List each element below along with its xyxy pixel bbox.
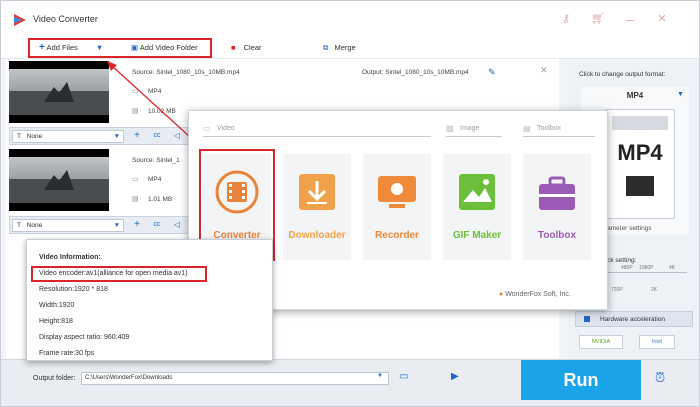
chevron-down-icon: ▼ xyxy=(677,91,684,98)
wonderfox-logo-icon: ● xyxy=(499,291,504,298)
output-folder-label: Output folder: xyxy=(33,375,76,382)
image-section-icon: ▨ xyxy=(446,124,454,133)
hardware-acceleration-toggle[interactable]: Hardware acceleration xyxy=(575,311,693,327)
file-size-icon: ▤ xyxy=(132,196,139,203)
audio-icon[interactable]: ◁ xyxy=(170,218,184,232)
merge-label: Merge xyxy=(334,43,356,52)
run-button[interactable]: Run xyxy=(521,360,641,400)
video-encoder: Video encoder:av1(alliance for open medi… xyxy=(39,270,188,277)
res-label: 480P xyxy=(621,265,633,271)
plus-icon: + xyxy=(39,42,45,53)
source-format: MP4 xyxy=(148,176,162,183)
res-label: 4K xyxy=(669,265,676,271)
trash-icon: ■ xyxy=(231,43,236,52)
toolbox-icon xyxy=(539,176,575,210)
res-label: 720P xyxy=(611,287,623,293)
image-section-label: Image xyxy=(460,125,480,132)
alarm-clock-icon[interactable]: ⏰︎ xyxy=(655,370,665,386)
close-icon[interactable]: ✕ xyxy=(655,12,669,26)
subtitle-value: None xyxy=(26,133,43,140)
chevron-down-icon: ▼ xyxy=(113,222,120,229)
gif-image-icon xyxy=(459,174,495,210)
toolbar: + Add Files ▼ ▣ Add Video Folder ■ Clear… xyxy=(1,37,699,59)
intel-badge: Intel xyxy=(639,335,675,349)
chevron-down-icon[interactable]: ▼ xyxy=(377,373,383,379)
subtitle-value: None xyxy=(26,222,43,229)
merge-icon: ⧉ xyxy=(323,43,329,52)
title-bar: Video Converter ⚷ 🛒︎ – ✕ xyxy=(1,1,699,37)
toolbox-label: Toolbox xyxy=(537,230,577,241)
app-title: Video Converter xyxy=(33,14,98,24)
file-controls: T None ▼ + cc ◁ xyxy=(9,216,199,234)
section-divider xyxy=(523,136,595,137)
nvidia-badge: NVIDIA xyxy=(579,335,623,349)
bottom-bar: Output folder: C:\Users\WonderFox\Downlo… xyxy=(1,359,699,406)
brand-text: WonderFox Soft, Inc. xyxy=(505,291,571,298)
cart-icon[interactable]: 🛒︎ xyxy=(591,12,605,26)
section-divider xyxy=(446,136,502,137)
add-folder-label: Add Video Folder xyxy=(139,43,198,52)
edit-pencil-icon[interactable]: ✎ xyxy=(488,67,496,78)
minimize-icon[interactable]: – xyxy=(623,12,637,26)
resolution: Resolution:1920 * 818 xyxy=(39,286,108,293)
output-filename: Output: Sintel_1080_10s_10MB.mp4 xyxy=(362,69,469,76)
format-name: MP4 xyxy=(626,91,644,100)
source-size: 1.01 MB xyxy=(148,196,173,203)
file-format-icon: ▭ xyxy=(132,176,139,183)
section-divider xyxy=(203,136,431,137)
frame-rate: Frame rate:30 fps xyxy=(39,350,95,357)
res-label: 2K xyxy=(651,287,658,293)
recorder-label: Recorder xyxy=(375,230,419,241)
add-files-label: Add Files xyxy=(46,43,78,52)
height: Height:818 xyxy=(39,318,73,325)
video-thumbnail[interactable] xyxy=(9,149,109,211)
toolbox-section-icon: ▤ xyxy=(523,124,531,133)
brand-footer: ● WonderFox Soft, Inc. xyxy=(499,291,571,298)
cc-icon[interactable]: cc xyxy=(150,218,164,232)
downloader-label: Downloader xyxy=(288,230,346,241)
gif-maker-label: GIF Maker xyxy=(452,230,502,241)
video-thumbnail[interactable] xyxy=(9,61,109,123)
gif-maker-tile[interactable]: GIF Maker xyxy=(443,154,511,260)
downloader-tile[interactable]: Downloader xyxy=(283,154,351,260)
source-filename: Source: Sintel_1 xyxy=(132,157,180,164)
clear-label: Clear xyxy=(243,43,262,52)
video-info-title: Video Information: xyxy=(39,254,101,261)
res-label: 1080P xyxy=(639,265,654,271)
screen-recorder-icon xyxy=(378,176,416,208)
display-aspect-ratio: Display aspect ratio: 960:409 xyxy=(39,334,130,341)
video-section-icon: ▭ xyxy=(203,124,211,133)
toolbox-section-label: Toolbox xyxy=(537,125,562,132)
video-section-label: Video xyxy=(217,125,235,132)
video-info-tooltip: Video Information: Video encoder:av1(all… xyxy=(26,239,273,361)
download-icon xyxy=(299,174,335,210)
key-icon[interactable]: ⚷ xyxy=(559,12,573,26)
folder-plus-icon: ▣ xyxy=(131,43,139,52)
output-folder-input[interactable]: C:\Users\WonderFox\Downloads xyxy=(81,372,389,385)
width: Width:1920 xyxy=(39,302,75,309)
toolbox-tile[interactable]: Toolbox xyxy=(523,154,591,260)
add-folder-button[interactable]: ▣ Add Video Folder xyxy=(131,40,198,56)
remove-file-icon[interactable]: ✕ xyxy=(540,65,548,76)
add-files-button[interactable]: + Add Files ▼ xyxy=(39,40,103,56)
text-icon: T xyxy=(17,133,21,140)
mp4-icon-text: MP4 xyxy=(617,140,663,165)
app-logo-icon xyxy=(14,14,26,26)
merge-button[interactable]: ⧉ Merge xyxy=(323,40,356,56)
folder-open-icon[interactable]: ▭ xyxy=(399,371,408,382)
open-output-icon[interactable]: ▶ xyxy=(451,371,459,382)
output-format-hint: Click to change output format: xyxy=(579,71,666,78)
hw-accel-label: Hardware acceleration xyxy=(600,316,666,323)
film-reel-icon xyxy=(215,170,259,214)
app-window: Video Converter ⚷ 🛒︎ – ✕ + Add Files ▼ ▣… xyxy=(0,0,700,407)
mp4-format-icon: MP4 xyxy=(605,109,675,219)
add-subtitle-button[interactable]: + xyxy=(130,218,144,232)
recorder-tile[interactable]: Recorder xyxy=(363,154,431,260)
chevron-down-icon[interactable]: ▼ xyxy=(96,43,103,52)
clear-button[interactable]: ■ Clear xyxy=(231,40,262,56)
checkbox-icon xyxy=(584,316,590,322)
subtitle-select[interactable]: T None ▼ xyxy=(12,219,124,232)
text-icon: T xyxy=(17,222,21,229)
